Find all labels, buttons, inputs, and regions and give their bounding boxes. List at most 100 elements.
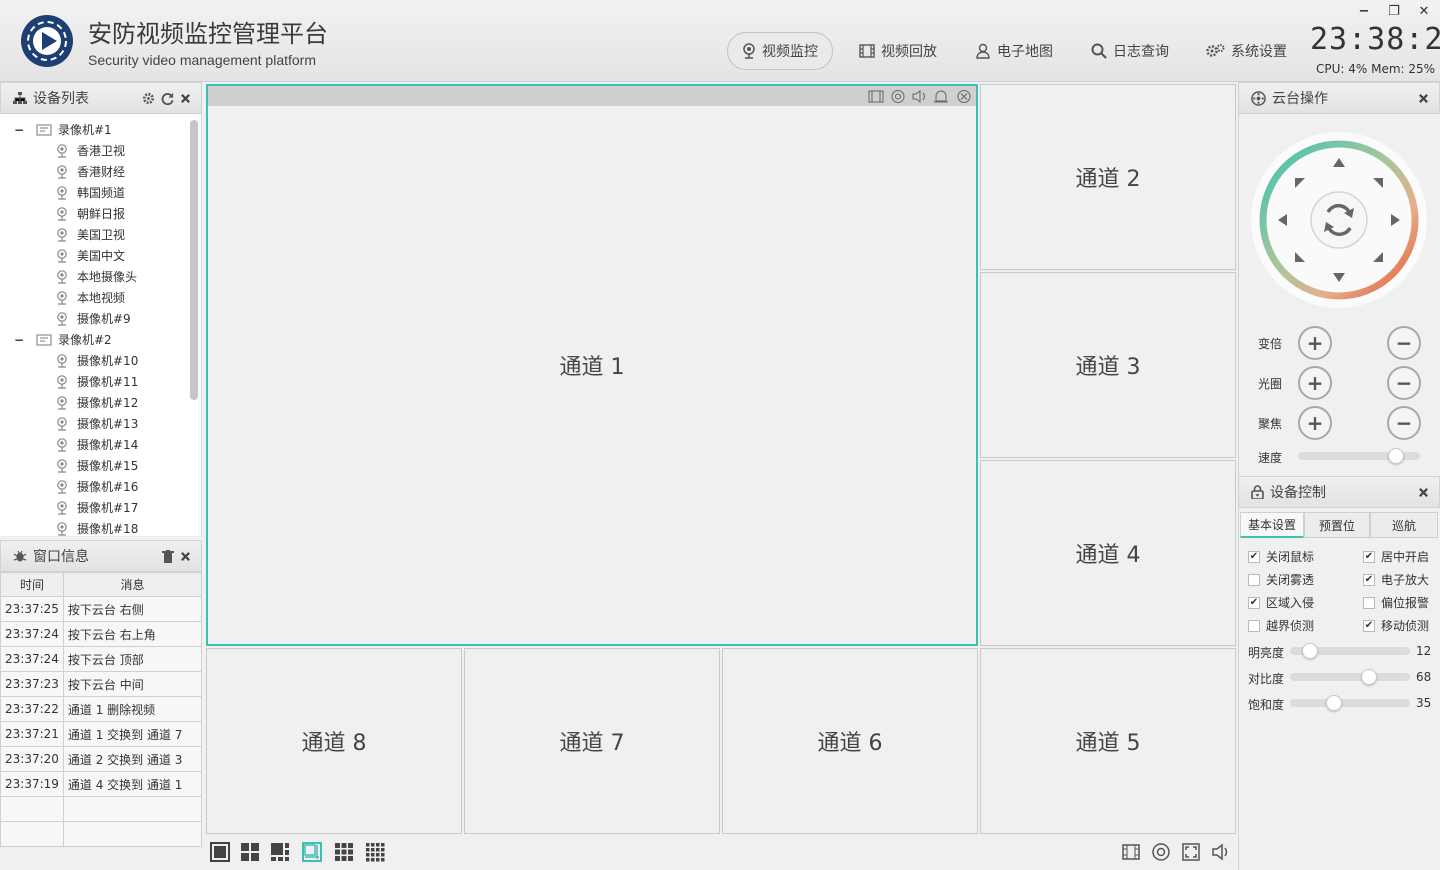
checkbox[interactable] (1363, 596, 1375, 609)
layout-8-icon[interactable] (302, 842, 322, 862)
close-icon[interactable] (180, 93, 191, 104)
focus-near-button[interactable]: + (1298, 406, 1332, 440)
channel-4-view[interactable]: 通道 4 (980, 460, 1236, 646)
tree-camera-item[interactable]: 摄像机#9 (56, 308, 131, 329)
checkbox-label: 关闭鼠标 (1266, 550, 1315, 564)
close-icon[interactable] (1418, 93, 1429, 104)
tree-group-nvr-2[interactable]: − 录像机#2 (14, 329, 112, 350)
nav-log-query[interactable]: 日志查询 (1078, 32, 1182, 70)
checkbox[interactable]: ✔ (1363, 550, 1375, 563)
tree-group-nvr-1[interactable]: − 录像机#1 (14, 119, 112, 140)
channel-3-view[interactable]: 通道 3 (980, 272, 1236, 458)
checkbox-option[interactable]: ✔ 区域入侵 (1248, 594, 1314, 611)
checkbox-option[interactable]: ✔ 居中开启 (1363, 548, 1429, 565)
volume-icon[interactable] (912, 90, 925, 103)
channel-7-view[interactable]: 通道 7 (464, 648, 720, 834)
clock-display: 23:38:29 (1310, 22, 1440, 57)
tree-camera-item[interactable]: 本地视频 (56, 287, 125, 308)
close-circle-icon[interactable] (957, 90, 971, 103)
tree-camera-item[interactable]: 摄像机#14 (56, 434, 138, 455)
log-row: 23:37:19 通道 4 交换到 通道 1 (0, 771, 203, 797)
nav-system-settings[interactable]: 系统设置 (1194, 32, 1298, 70)
checkbox-option[interactable]: ✔ 电子放大 (1363, 571, 1429, 588)
snapshot-all-icon[interactable] (1151, 842, 1171, 862)
slider-track[interactable] (1290, 673, 1410, 681)
tree-camera-item[interactable]: 摄像机#16 (56, 476, 138, 497)
checkbox-option[interactable]: ✔ 关闭鼠标 (1248, 548, 1314, 565)
layout-9-icon[interactable] (334, 842, 354, 862)
checkbox[interactable] (1248, 619, 1260, 632)
snapshot-icon[interactable] (891, 90, 905, 103)
fullscreen-icon[interactable] (1181, 842, 1201, 862)
tree-camera-item[interactable]: 韩国频道 (56, 182, 125, 203)
tree-camera-item[interactable]: 朝鲜日报 (56, 203, 125, 224)
layout-4-icon[interactable] (240, 842, 260, 862)
channel-label: 通道 8 (301, 731, 367, 756)
refresh-icon[interactable] (161, 92, 174, 105)
film-icon[interactable] (868, 90, 884, 103)
window-info-header: 窗口信息 (0, 540, 202, 572)
checkbox-label: 移动侦测 (1381, 619, 1430, 633)
zoom-out-button[interactable]: − (1387, 326, 1421, 360)
ptz-center-button[interactable] (1310, 191, 1368, 249)
tree-camera-item[interactable]: 摄像机#17 (56, 497, 138, 518)
layout-1-icon[interactable] (210, 842, 230, 862)
channel-1-view[interactable]: 通道 1 (206, 84, 978, 646)
collapse-icon[interactable]: − (14, 123, 28, 137)
trash-icon[interactable] (162, 549, 174, 563)
alarm-icon[interactable] (934, 90, 948, 103)
tree-camera-item[interactable]: 香港财经 (56, 161, 125, 182)
layout-6-icon[interactable] (270, 842, 290, 862)
record-all-icon[interactable] (1121, 842, 1141, 862)
checkbox[interactable]: ✔ (1363, 619, 1375, 632)
tree-camera-item[interactable]: 本地摄像头 (56, 266, 137, 287)
tab-preset[interactable]: 预置位 (1304, 512, 1370, 538)
slider-track[interactable] (1290, 699, 1410, 707)
speed-slider-handle[interactable] (1388, 448, 1405, 464)
channel-2-view[interactable]: 通道 2 (980, 84, 1236, 270)
channel-8-view[interactable]: 通道 8 (206, 648, 462, 834)
checkbox-option[interactable]: 关闭雾透 (1248, 571, 1314, 588)
log-time (0, 796, 64, 822)
tree-camera-item[interactable]: 香港卫视 (56, 140, 125, 161)
channel-5-view[interactable]: 通道 5 (980, 648, 1236, 834)
nav-e-map[interactable]: 电子地图 (962, 32, 1066, 70)
focus-far-button[interactable]: − (1387, 406, 1421, 440)
gear-icon[interactable] (142, 92, 155, 105)
tree-camera-item[interactable]: 摄像机#15 (56, 455, 138, 476)
minimize-button[interactable]: − (1356, 4, 1372, 20)
tree-camera-item[interactable]: 美国卫视 (56, 224, 125, 245)
collapse-icon[interactable]: − (14, 333, 28, 347)
close-icon[interactable] (180, 551, 191, 562)
close-button[interactable]: ✕ (1416, 4, 1432, 20)
nav-video-playback[interactable]: 视频回放 (846, 32, 950, 70)
checkbox[interactable] (1248, 573, 1260, 586)
tree-camera-item[interactable]: 摄像机#13 (56, 413, 138, 434)
slider-handle[interactable] (1360, 669, 1377, 685)
checkbox[interactable]: ✔ (1363, 573, 1375, 586)
iris-close-button[interactable]: − (1387, 366, 1421, 400)
nav-video-monitor[interactable]: 视频监控 (727, 32, 833, 70)
ptz-dial[interactable] (1250, 130, 1430, 310)
tree-camera-item[interactable]: 摄像机#12 (56, 392, 138, 413)
tree-camera-item[interactable]: 美国中文 (56, 245, 125, 266)
camera-icon (57, 395, 67, 410)
zoom-in-button[interactable]: + (1298, 326, 1332, 360)
channel-6-view[interactable]: 通道 6 (722, 648, 978, 834)
tree-camera-item[interactable]: 摄像机#18 (56, 518, 138, 536)
close-icon[interactable] (1418, 487, 1429, 498)
checkbox[interactable]: ✔ (1248, 550, 1260, 563)
volume-all-icon[interactable] (1211, 842, 1231, 862)
checkbox[interactable]: ✔ (1248, 596, 1260, 609)
tab-basic-settings[interactable]: 基本设置 (1240, 512, 1304, 538)
device-tree-scrollbar[interactable] (190, 120, 198, 400)
tree-camera-item[interactable]: 摄像机#11 (56, 371, 138, 392)
layout-16-icon[interactable] (365, 842, 385, 862)
iris-open-button[interactable]: + (1298, 366, 1332, 400)
tab-cruise[interactable]: 巡航 (1370, 512, 1438, 538)
checkbox-option[interactable]: ✔ 移动侦测 (1363, 617, 1429, 634)
checkbox-option[interactable]: 越界侦测 (1248, 617, 1314, 634)
restore-button[interactable]: ❐ (1386, 4, 1402, 20)
tree-camera-item[interactable]: 摄像机#10 (56, 350, 138, 371)
checkbox-option[interactable]: 偏位报警 (1363, 594, 1429, 611)
